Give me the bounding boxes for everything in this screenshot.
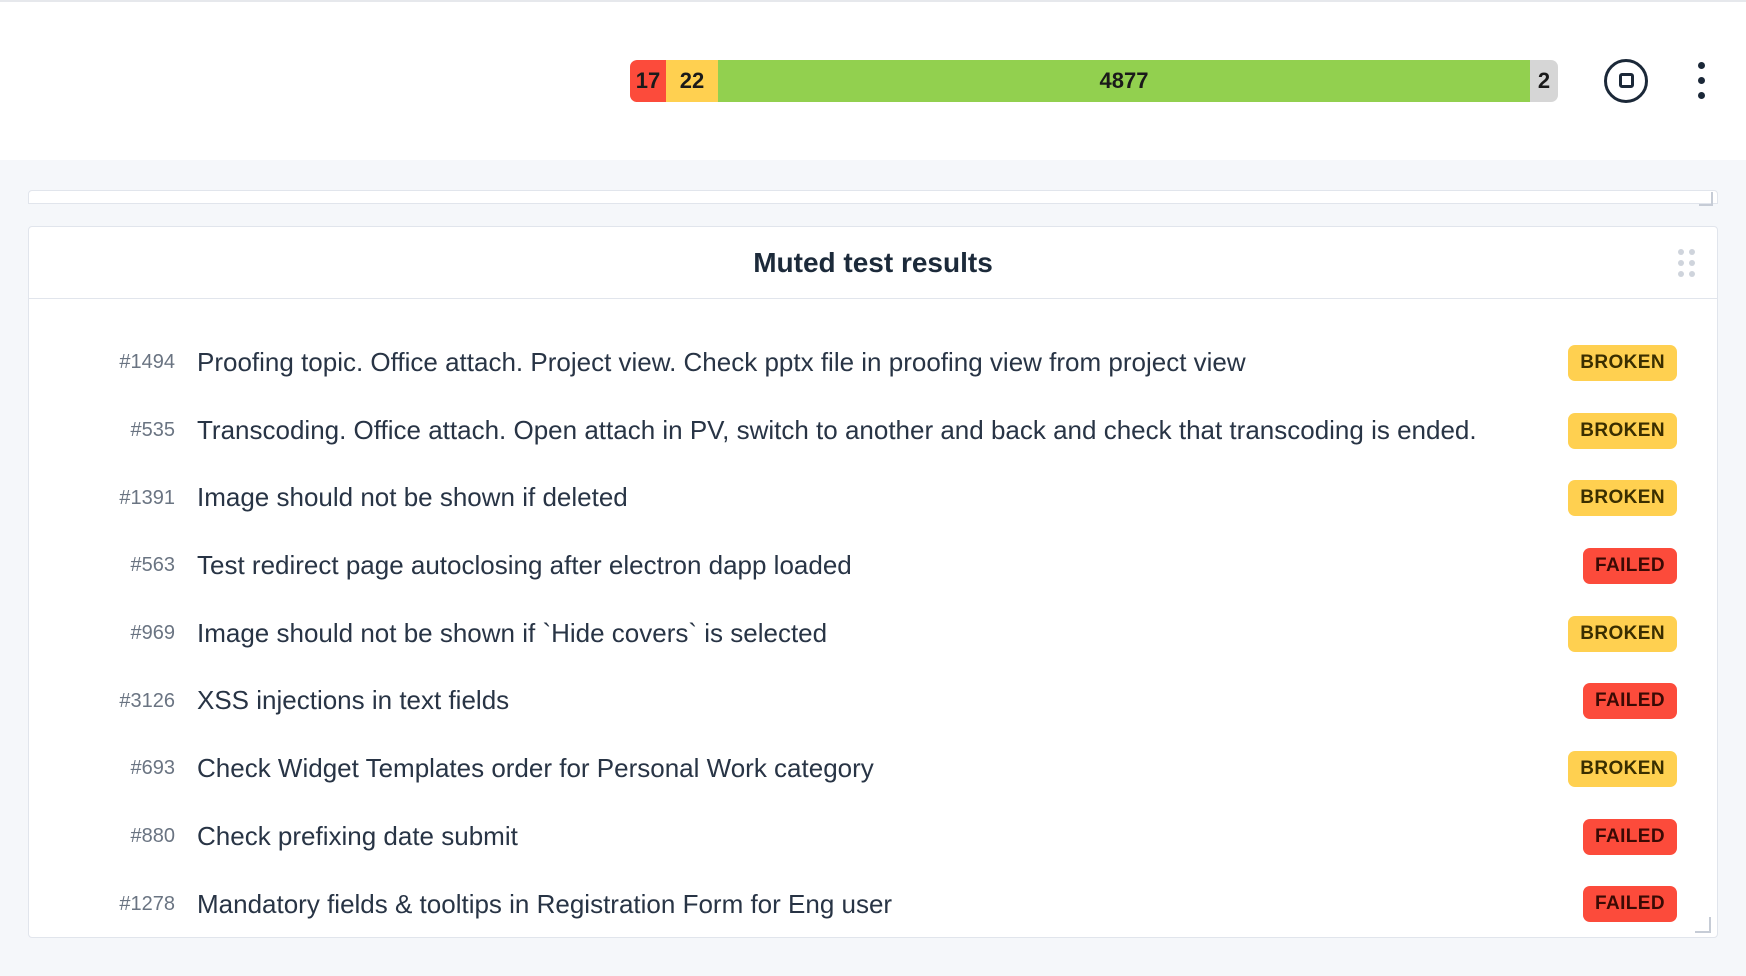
- test-result-row[interactable]: #1494 Proofing topic. Office attach. Proj…: [97, 329, 1677, 397]
- test-title: Check Widget Templates order for Persona…: [197, 750, 1546, 788]
- status-badge-broken: BROKEN: [1568, 480, 1677, 516]
- test-result-row[interactable]: #535 Transcoding. Office attach. Open att…: [97, 397, 1677, 465]
- test-title: Image should not be shown if `Hide cover…: [197, 615, 1546, 653]
- top-bar-inner: 17 22 4877 2: [630, 56, 1711, 105]
- test-id: #880: [97, 825, 175, 848]
- test-result-row[interactable]: #1278 Mandatory fields & tooltips in Regi…: [97, 871, 1677, 938]
- test-result-row[interactable]: #3126 XSS injections in text fields FAILED: [97, 667, 1677, 735]
- dots-icon: [1698, 92, 1705, 99]
- test-result-row[interactable]: #693 Check Widget Templates order for Per…: [97, 735, 1677, 803]
- run-status-bar[interactable]: 17 22 4877 2: [630, 60, 1558, 102]
- test-title: Image should not be shown if deleted: [197, 479, 1546, 517]
- test-result-row[interactable]: #563 Test redirect page autoclosing after…: [97, 532, 1677, 600]
- status-badge-failed: FAILED: [1583, 819, 1677, 855]
- status-segment-skipped[interactable]: 2: [1530, 60, 1558, 102]
- test-result-row[interactable]: #880 Check prefixing date submit FAILED: [97, 803, 1677, 871]
- previous-panel-edge: [28, 190, 1718, 204]
- test-id: #3126: [97, 690, 175, 713]
- stop-button[interactable]: [1604, 59, 1648, 103]
- test-id: #1278: [97, 893, 175, 916]
- test-id: #563: [97, 554, 175, 577]
- test-title: Mandatory fields & tooltips in Registrat…: [197, 886, 1561, 924]
- status-badge-failed: FAILED: [1583, 886, 1677, 922]
- dots-icon: [1698, 77, 1705, 84]
- status-badge-broken: BROKEN: [1568, 413, 1677, 449]
- top-bar-actions: [1604, 56, 1711, 105]
- drag-handle-icon[interactable]: [1678, 249, 1695, 277]
- panel-title: Muted test results: [753, 247, 993, 279]
- status-badge-broken: BROKEN: [1568, 751, 1677, 787]
- test-title: Proofing topic. Office attach. Project v…: [197, 344, 1546, 382]
- status-segment-failed[interactable]: 17: [630, 60, 666, 102]
- test-id: #1494: [97, 351, 175, 374]
- test-title: Transcoding. Office attach. Open attach …: [197, 412, 1546, 450]
- more-menu-button[interactable]: [1692, 56, 1711, 105]
- test-id: #693: [97, 757, 175, 780]
- muted-test-results-panel: Muted test results #1494 Proofing topic. …: [28, 226, 1718, 938]
- top-bar: 17 22 4877 2: [0, 0, 1746, 160]
- test-title: XSS injections in text fields: [197, 682, 1561, 720]
- test-id: #1391: [97, 487, 175, 510]
- status-segment-broken[interactable]: 22: [666, 60, 718, 102]
- panel-body: #1494 Proofing topic. Office attach. Proj…: [29, 299, 1717, 937]
- status-badge-broken: BROKEN: [1568, 616, 1677, 652]
- status-badge-failed: FAILED: [1583, 548, 1677, 584]
- test-id: #535: [97, 419, 175, 442]
- test-result-row[interactable]: #1391 Image should not be shown if delete…: [97, 464, 1677, 532]
- status-badge-broken: BROKEN: [1568, 345, 1677, 381]
- test-title: Check prefixing date submit: [197, 818, 1561, 856]
- dots-icon: [1698, 62, 1705, 69]
- stop-icon: [1619, 73, 1634, 88]
- test-id: #969: [97, 622, 175, 645]
- test-result-row[interactable]: #969 Image should not be shown if `Hide c…: [97, 600, 1677, 668]
- panel-header: Muted test results: [29, 227, 1717, 299]
- status-segment-passed[interactable]: 4877: [718, 60, 1530, 102]
- test-title: Test redirect page autoclosing after ele…: [197, 547, 1561, 585]
- status-badge-failed: FAILED: [1583, 683, 1677, 719]
